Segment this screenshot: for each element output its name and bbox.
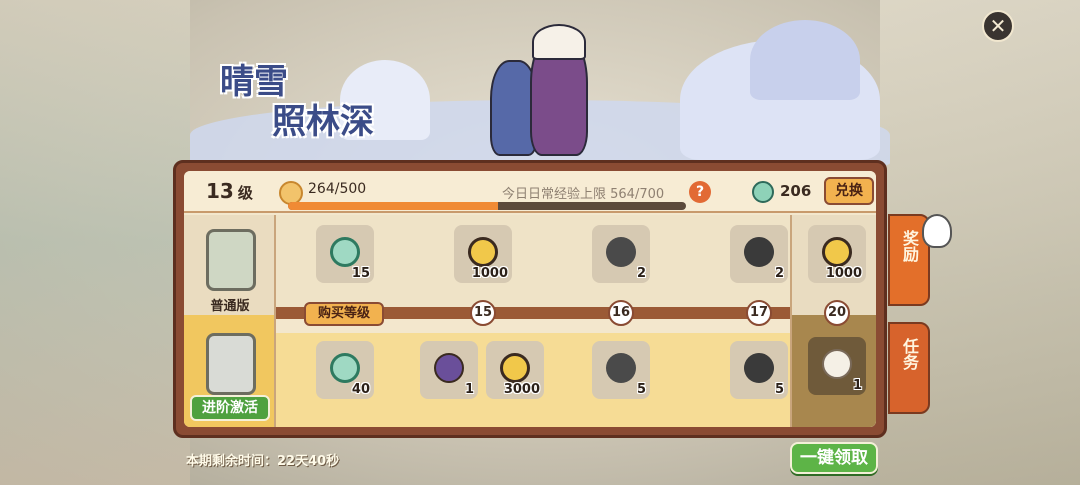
normal-reward-row: 15 1000 2 2 xyxy=(276,215,790,315)
item-qty: 2 xyxy=(774,266,784,281)
jade-coin-icon xyxy=(330,237,360,267)
reward-track: 15 1000 2 2 购买等级 15 16 17 40 1 3000 5 5 xyxy=(276,215,790,427)
milestone-locked-area: 1 xyxy=(792,315,876,427)
battle-pass-panel: 13 级 264/500 今日日常经验上限 564/700 ? 206 兑换 普通… xyxy=(173,160,887,438)
normal-tier-label: 普通版 xyxy=(210,299,250,314)
jade-coin-icon xyxy=(752,181,774,203)
coin-count: 206 xyxy=(780,182,812,200)
activate-advanced-button[interactable]: 进阶激活 xyxy=(190,395,270,421)
top-bar: 13 级 264/500 今日日常经验上限 564/700 ? 206 兑换 xyxy=(184,171,876,213)
item-qty: 1000 xyxy=(471,266,508,281)
hammer-icon xyxy=(599,230,643,274)
advanced-tier: 进阶激活 xyxy=(184,315,276,427)
reward-item[interactable]: 2 xyxy=(592,225,650,283)
reward-item[interactable]: 15 xyxy=(316,225,374,283)
background-left xyxy=(0,0,190,485)
reward-item[interactable]: 1000 xyxy=(454,225,512,283)
item-qty: 5 xyxy=(774,382,784,397)
item-qty: 1 xyxy=(464,382,474,397)
close-button[interactable]: ✕ xyxy=(982,10,1014,42)
gold-coin-icon xyxy=(822,237,852,267)
exp-progress-fill xyxy=(288,202,499,210)
exp-progress-bar xyxy=(288,202,686,210)
pass-level: 13 级 xyxy=(206,179,253,203)
tab-reward-label: 奖励 xyxy=(900,230,919,262)
exp-text: 264/500 xyxy=(308,181,367,197)
item-qty: 1 xyxy=(852,378,862,393)
item-qty: 40 xyxy=(351,382,370,397)
reward-item[interactable]: 2 xyxy=(730,225,788,283)
jade-coin-icon xyxy=(330,353,360,383)
character-hat xyxy=(532,24,586,60)
item-qty: 1000 xyxy=(825,266,862,281)
title-line-1: 晴雪 xyxy=(220,62,288,102)
milestone-column: 1000 20 1 xyxy=(790,215,876,427)
exchange-button[interactable]: 兑换 xyxy=(824,177,874,205)
level-unit: 级 xyxy=(237,184,253,202)
event-title: 晴雪 照林深 xyxy=(220,60,374,144)
item-qty: 3000 xyxy=(503,382,540,397)
reward-item[interactable]: 5 xyxy=(592,341,650,399)
level-badge: 16 xyxy=(608,300,634,326)
item-qty: 15 xyxy=(351,266,370,281)
level-badge: 17 xyxy=(746,300,772,326)
close-icon: ✕ xyxy=(989,14,1007,38)
hat-icon xyxy=(434,353,464,383)
advanced-tag-icon xyxy=(206,333,256,395)
item-qty: 2 xyxy=(636,266,646,281)
tab-task-label: 任务 xyxy=(900,338,919,370)
shovel-icon xyxy=(738,347,780,389)
reward-item[interactable]: 3000 xyxy=(486,341,544,399)
level-badge: 15 xyxy=(470,300,496,326)
title-line-2: 照林深 xyxy=(272,102,374,142)
normal-tag-icon xyxy=(206,229,256,291)
item-qty: 5 xyxy=(636,382,646,397)
help-icon[interactable]: ? xyxy=(689,181,711,203)
radish-mascot-icon xyxy=(922,214,952,248)
panel-inner: 13 级 264/500 今日日常经验上限 564/700 ? 206 兑换 普通… xyxy=(184,171,876,427)
milestone-reward-item[interactable]: 1 xyxy=(808,337,866,395)
advanced-reward-row: 40 1 3000 5 5 xyxy=(276,333,790,427)
milestone-reward-item[interactable]: 1000 xyxy=(808,225,866,283)
reward-item[interactable]: 40 xyxy=(316,341,374,399)
season-timer: 本期剩余时间：22天40秒 xyxy=(186,454,340,469)
milestone-level-badge: 20 xyxy=(824,300,850,326)
fur-tail-icon xyxy=(822,349,852,379)
shovel-icon xyxy=(738,231,780,273)
reward-item[interactable]: 5 xyxy=(730,341,788,399)
daily-exp-limit: 今日日常经验上限 564/700 xyxy=(502,187,665,202)
normal-tier: 普通版 xyxy=(184,215,276,315)
tab-task[interactable]: 任务 xyxy=(888,322,930,414)
event-banner: 晴雪 照林深 xyxy=(190,20,890,170)
claim-all-button[interactable]: 一键领取 xyxy=(790,442,878,474)
level-value: 13 xyxy=(206,179,234,203)
hammer-icon xyxy=(599,346,643,390)
reward-item[interactable]: 1 xyxy=(420,341,478,399)
gold-coin-icon xyxy=(468,237,498,267)
buy-level-button[interactable]: 购买等级 xyxy=(304,302,384,326)
gold-coin-icon xyxy=(500,353,530,383)
